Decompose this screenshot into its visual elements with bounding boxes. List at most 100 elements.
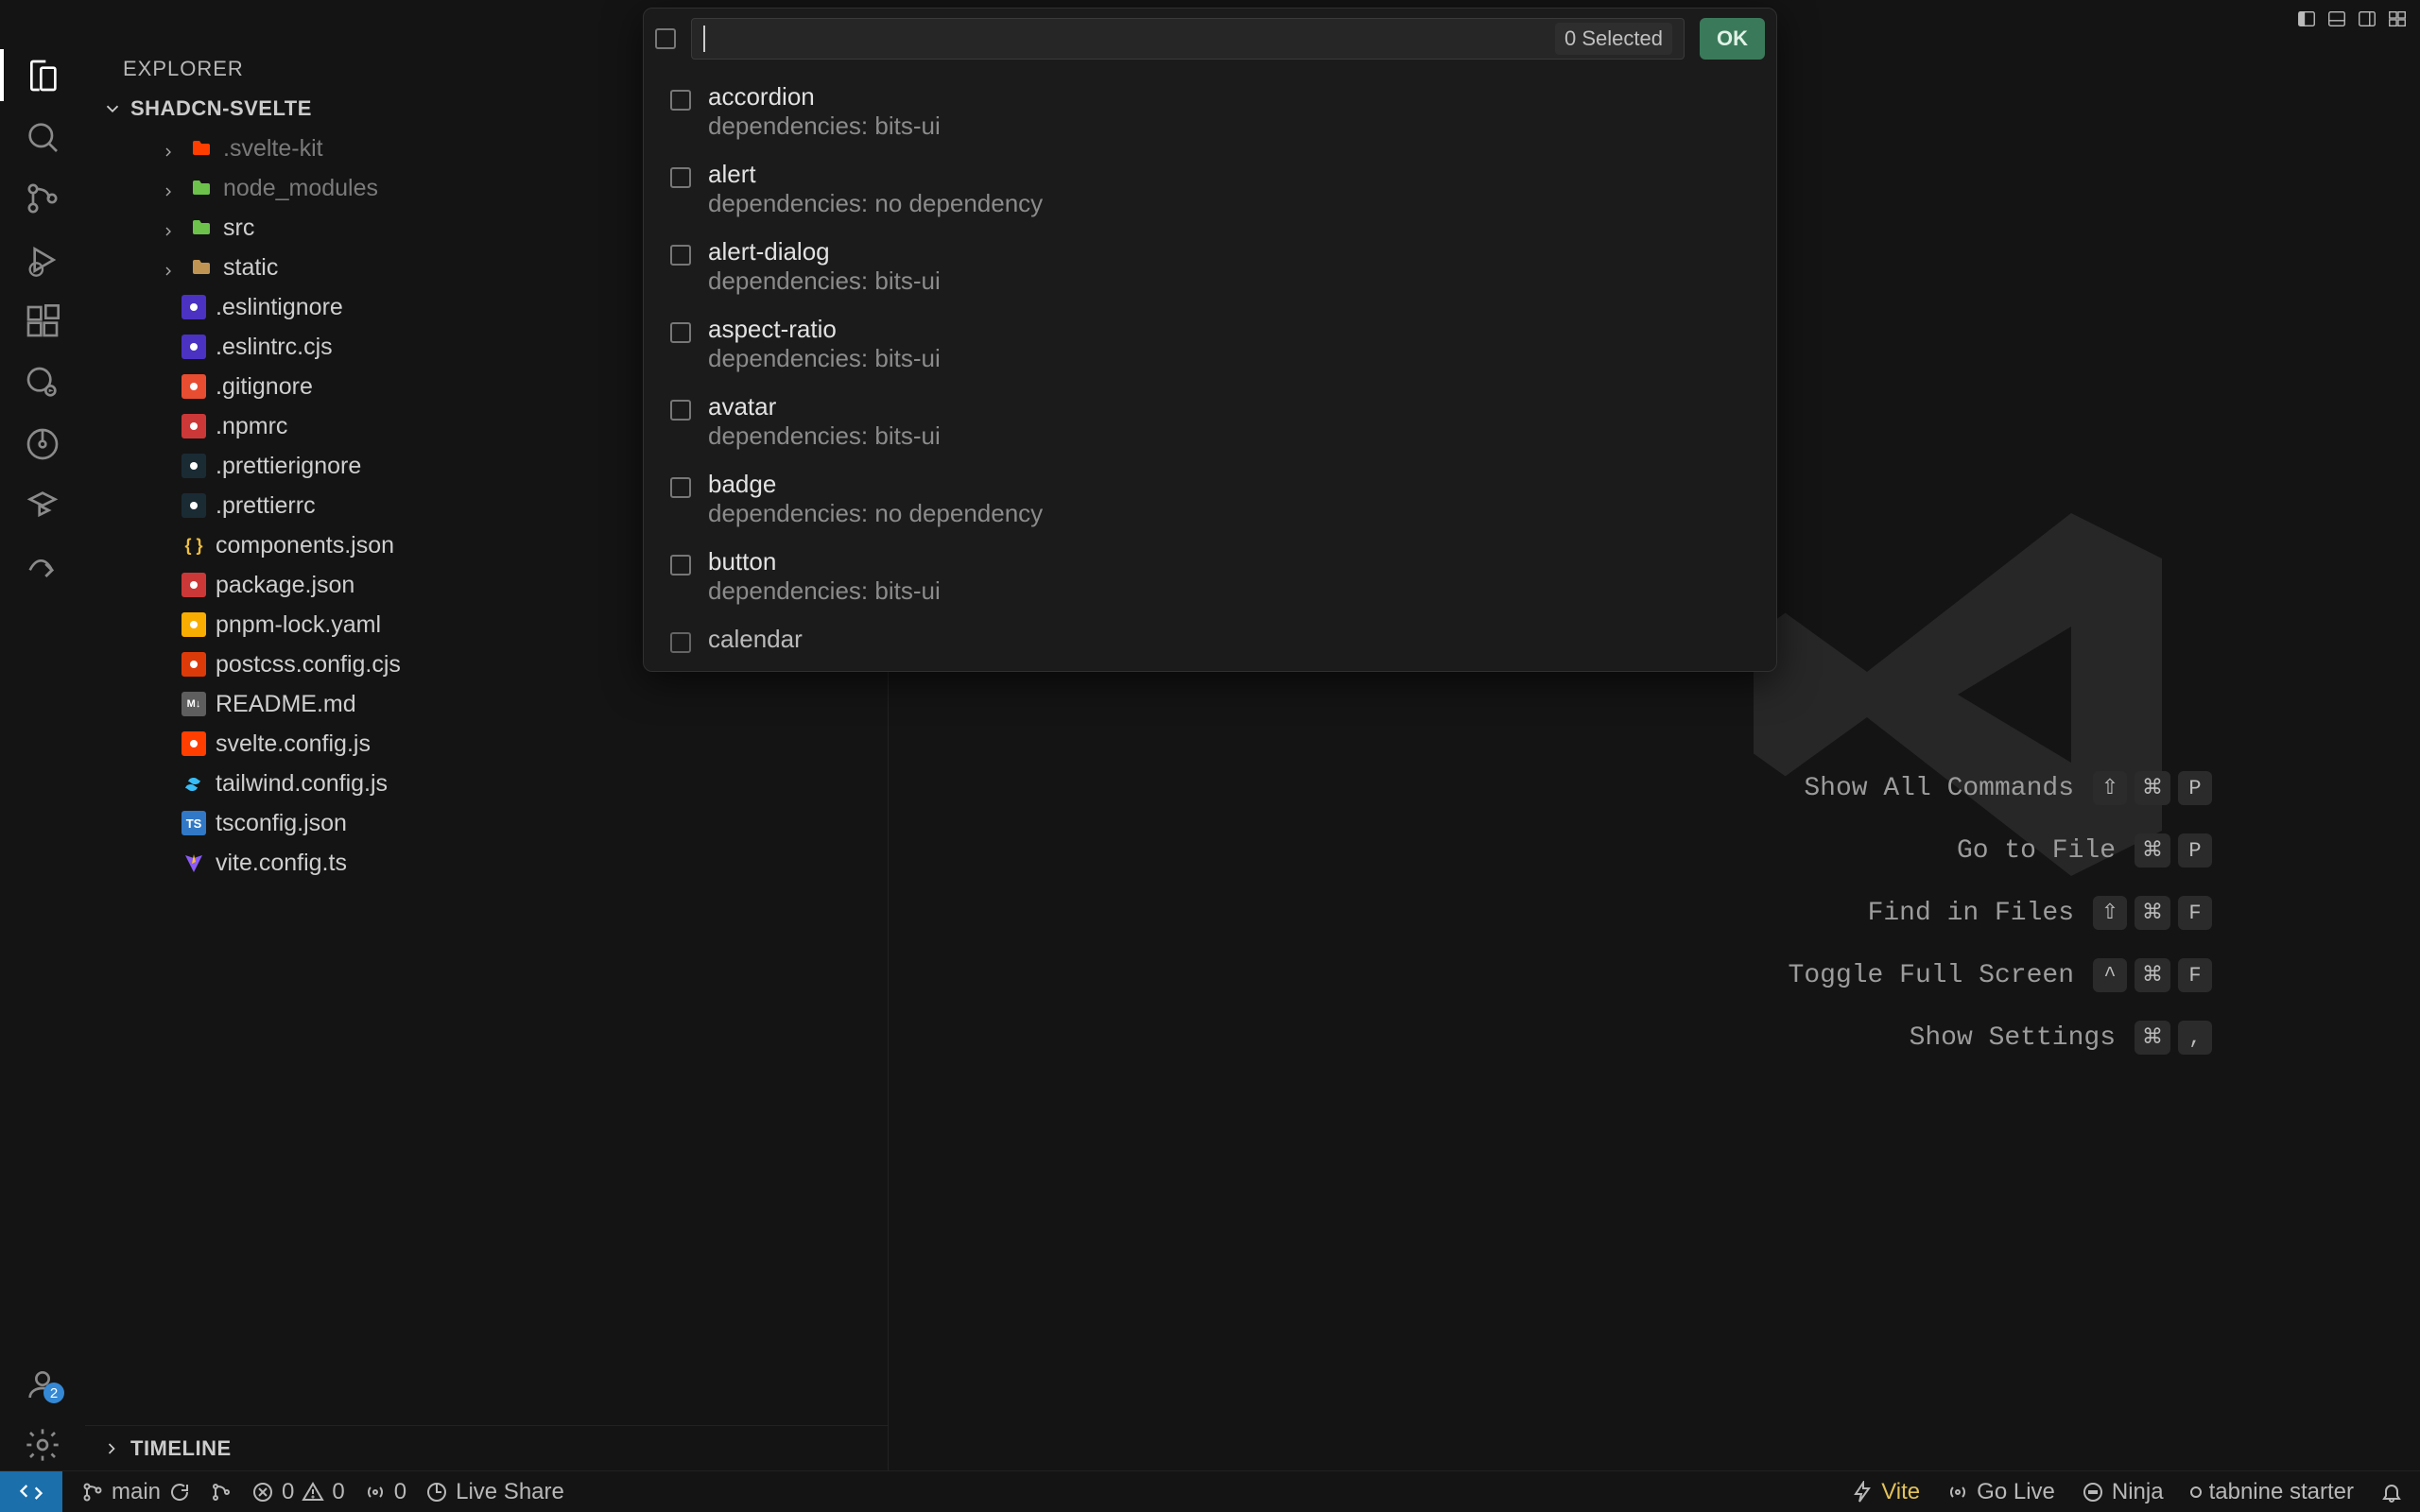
notifications-icon[interactable] (2380, 1481, 2403, 1503)
extensions-icon[interactable] (0, 295, 85, 347)
source-control-icon[interactable] (0, 172, 85, 224)
quickpick-select-all-checkbox[interactable] (655, 28, 676, 49)
quickpick-item-aspect-ratio[interactable]: aspect-ratiodependencies: bits-ui (644, 305, 1776, 383)
file-vite-config-ts[interactable]: vite.config.ts (127, 843, 888, 883)
remote-indicator[interactable] (0, 1471, 62, 1512)
branch-name: main (112, 1479, 161, 1505)
tree-item-label: node_modules (223, 175, 378, 202)
welcome-shortcuts: Show All Commands⇧⌘PGo to File⌘PFind in … (1789, 771, 2212, 1055)
settings-gear-icon[interactable] (0, 1418, 85, 1470)
toggle-panel-icon[interactable] (2324, 6, 2350, 32)
tabnine-status[interactable]: tabnine starter (2190, 1479, 2354, 1505)
live-share-status[interactable]: Live Share (425, 1479, 564, 1505)
remote-explorer-icon[interactable] (0, 356, 85, 408)
quickpick-item-desc: dependencies: bits-ui (708, 266, 941, 296)
prettier-icon (182, 493, 206, 518)
welcome-keys: ⇧⌘F (2093, 896, 2212, 930)
quickpick-item-label: alert (708, 160, 1043, 189)
quickpick-item-alert-dialog[interactable]: alert-dialogdependencies: bits-ui (644, 228, 1776, 305)
customize-layout-icon[interactable] (2384, 6, 2411, 32)
key-^: ^ (2093, 958, 2127, 992)
quickpick-item-label: accordion (708, 82, 941, 112)
key-F: F (2178, 896, 2212, 930)
file-tsconfig-json[interactable]: TStsconfig.json (127, 803, 888, 843)
share-icon[interactable] (0, 541, 85, 593)
tree-item-label: components.json (216, 532, 394, 559)
quickpick-item-desc: dependencies: bits-ui (708, 112, 941, 141)
quickpick-item-desc: dependencies: bits-ui (708, 421, 941, 451)
git-graph-status[interactable] (210, 1481, 233, 1503)
file-readme-md[interactable]: M↓README.md (127, 684, 888, 724)
key-⌘: ⌘ (2135, 771, 2170, 805)
md-icon: M↓ (182, 692, 206, 716)
welcome-row-show-settings: Show Settings⌘, (1910, 1021, 2212, 1055)
tree-item-label: postcss.config.cjs (216, 651, 401, 679)
timeline-label: TIMELINE (130, 1436, 232, 1461)
quickpick-item-avatar[interactable]: avatardependencies: bits-ui (644, 383, 1776, 460)
vite-label: Vite (1881, 1479, 1920, 1505)
quickpick-item-checkbox[interactable] (670, 167, 691, 188)
quickpick-item-checkbox[interactable] (670, 400, 691, 421)
quickpick-item-label: alert-dialog (708, 237, 941, 266)
projects-icon[interactable] (0, 479, 85, 531)
quickpick-item-label: aspect-ratio (708, 315, 941, 344)
quickpick-item-badge[interactable]: badgedependencies: no dependency (644, 460, 1776, 538)
file-svelte-config-js[interactable]: svelte.config.js (127, 724, 888, 764)
quickpick-item-accordion[interactable]: accordiondependencies: bits-ui (644, 73, 1776, 150)
quickpick-item-checkbox[interactable] (670, 322, 691, 343)
search-icon[interactable] (0, 111, 85, 163)
run-debug-icon[interactable] (0, 233, 85, 285)
ninja-label: Ninja (2112, 1479, 2164, 1505)
key-F: F (2178, 958, 2212, 992)
tree-item-label: .gitignore (216, 373, 313, 401)
quickpick-item-checkbox[interactable] (670, 90, 691, 111)
key-,: , (2178, 1021, 2212, 1055)
quickpick-item-desc: dependencies: bits-ui (708, 344, 941, 373)
quickpick-item-calendar[interactable]: calendar (644, 615, 1776, 663)
key-⌘: ⌘ (2135, 896, 2170, 930)
ninja-status[interactable]: Ninja (2082, 1479, 2164, 1505)
welcome-row-show-all-commands: Show All Commands ⇧⌘P (1804, 771, 2212, 805)
problems-status[interactable]: 0 0 (251, 1479, 345, 1505)
warnings-count: 0 (332, 1479, 344, 1505)
ts-icon: TS (182, 811, 206, 835)
gitlens-icon[interactable] (0, 418, 85, 470)
toggle-primary-sidebar-icon[interactable] (2293, 6, 2320, 32)
toggle-secondary-sidebar-icon[interactable] (2354, 6, 2380, 32)
tabnine-label: tabnine starter (2209, 1479, 2354, 1505)
quickpick-item-alert[interactable]: alertdependencies: no dependency (644, 150, 1776, 228)
quickpick-item-checkbox[interactable] (670, 632, 691, 653)
quickpick-item-button[interactable]: buttondependencies: bits-ui (644, 538, 1776, 615)
chevron-right-icon (161, 139, 180, 158)
welcome-label: Find in Files (1868, 899, 2074, 928)
node-icon (189, 176, 214, 200)
key-⇧: ⇧ (2093, 896, 2127, 930)
timeline-section[interactable]: TIMELINE (85, 1425, 888, 1470)
welcome-keys: ⇧⌘P (2093, 771, 2212, 805)
accounts-icon[interactable]: 2 (0, 1357, 85, 1409)
quickpick-item-checkbox[interactable] (670, 477, 691, 498)
activity-bar: 2 (0, 38, 85, 1470)
go-live-status[interactable]: Go Live (1946, 1479, 2055, 1505)
explorer-icon[interactable] (0, 49, 85, 101)
git-branch-status[interactable]: main (81, 1479, 191, 1505)
quickpick-item-checkbox[interactable] (670, 555, 691, 576)
welcome-label: Show All Commands (1804, 774, 2074, 803)
quickpick-selected-badge: 0 Selected (1555, 23, 1672, 55)
tree-item-label: tailwind.config.js (216, 770, 388, 798)
svelte-icon (182, 731, 206, 756)
key-P: P (2178, 771, 2212, 805)
tabnine-dot-icon (2190, 1486, 2202, 1498)
quickpick-ok-button[interactable]: OK (1700, 18, 1765, 60)
quickpick-item-label: button (708, 547, 941, 576)
key-⌘: ⌘ (2135, 1021, 2170, 1055)
tree-item-label: .prettierignore (216, 453, 361, 480)
quickpick-item-checkbox[interactable] (670, 245, 691, 266)
file-tailwind-config-js[interactable]: tailwind.config.js (127, 764, 888, 803)
ports-status[interactable]: 0 (364, 1479, 406, 1505)
quickpick-item-label: avatar (708, 392, 941, 421)
sync-icon[interactable] (168, 1481, 191, 1503)
status-bar: main 0 0 0 Live Share (0, 1470, 2420, 1512)
quickpick-input[interactable]: 0 Selected (691, 18, 1685, 60)
vite-status[interactable]: Vite (1851, 1479, 1920, 1505)
